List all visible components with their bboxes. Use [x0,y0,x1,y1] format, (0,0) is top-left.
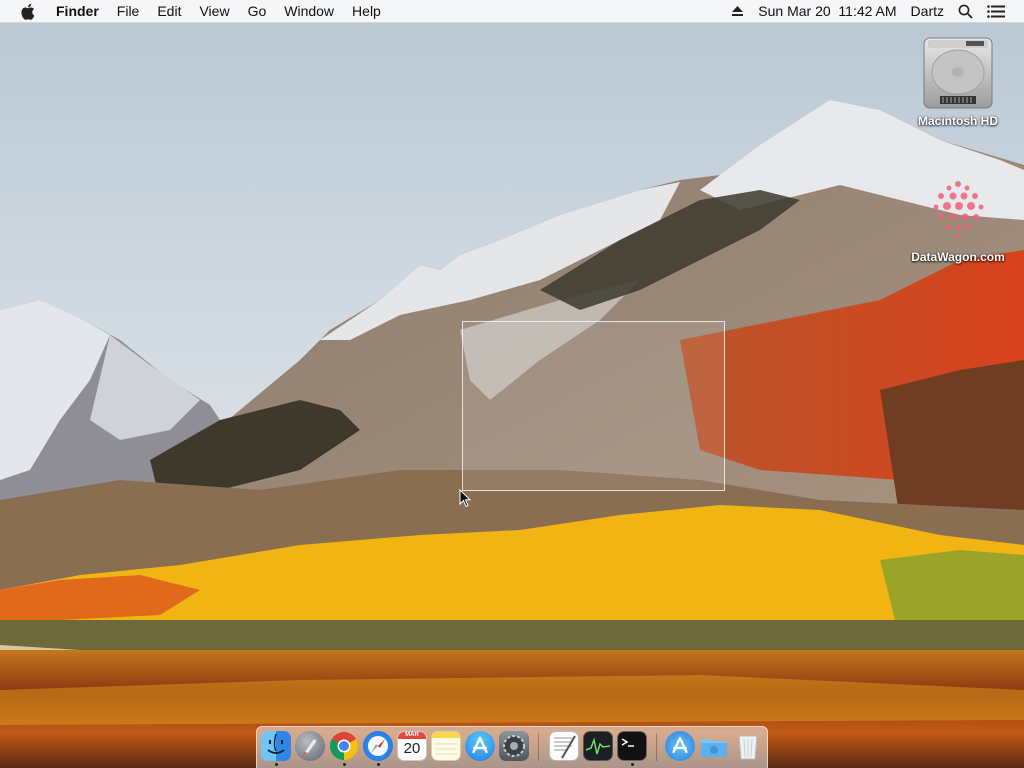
dock-running-indicator [275,763,278,766]
spotlight-search-icon[interactable] [951,4,980,19]
dock-safari-icon[interactable] [363,731,393,761]
eject-icon[interactable] [724,5,751,17]
datawagon-logo-icon [933,181,984,238]
dock-trash-icon[interactable] [733,731,763,761]
dock-app-store-icon[interactable] [465,731,495,761]
dock-running-indicator [377,763,380,766]
desktop-icon-macintosh-hd[interactable]: Macintosh HD [908,34,1008,128]
menu-help[interactable]: Help [343,0,390,22]
dock: MAR 20 [256,726,768,768]
dock-textedit-icon[interactable] [549,731,579,761]
dock-launchpad-icon[interactable] [295,731,325,761]
menu-window[interactable]: Window [275,0,343,22]
hard-drive-icon [923,37,993,109]
dock-running-indicator [631,763,634,766]
mouse-cursor-icon [459,489,471,508]
menu-view[interactable]: View [190,0,238,22]
notification-center-icon[interactable] [980,4,1012,18]
desktop-selection-rectangle [462,321,725,491]
dock-system-preferences-icon[interactable] [499,731,529,761]
menu-file[interactable]: File [108,0,149,22]
apple-menu-icon[interactable] [20,2,36,20]
dock-downloads-folder-icon[interactable] [699,731,729,761]
menu-clock[interactable]: Sun Mar 20 11:42 AM [751,0,903,22]
dock-calendar-icon[interactable]: MAR 20 [397,731,427,761]
menu-bar: Finder File Edit View Go Window Help Sun… [0,0,1024,23]
dock-separator [538,733,539,761]
desktop-icon-datawagon[interactable]: DataWagon.com [900,176,1016,264]
dock-running-indicator [343,763,346,766]
menu-user[interactable]: Dartz [904,0,951,22]
menu-app-finder[interactable]: Finder [49,0,108,22]
dock-terminal-icon[interactable] [617,731,647,761]
calendar-month: MAR [398,732,426,739]
menu-edit[interactable]: Edit [148,0,190,22]
desktop-icon-label: Macintosh HD [917,114,998,128]
calendar-day: 20 [403,740,421,757]
dock-notes-icon[interactable] [431,731,461,761]
dock-applications-folder-icon[interactable] [665,731,695,761]
dock-separator [656,733,657,761]
dock-activity-monitor-icon[interactable] [583,731,613,761]
dock-chrome-icon[interactable] [329,731,359,761]
desktop-icon-label: DataWagon.com [911,250,1005,264]
menu-go[interactable]: Go [239,0,276,22]
dock-finder-icon[interactable] [261,731,291,761]
